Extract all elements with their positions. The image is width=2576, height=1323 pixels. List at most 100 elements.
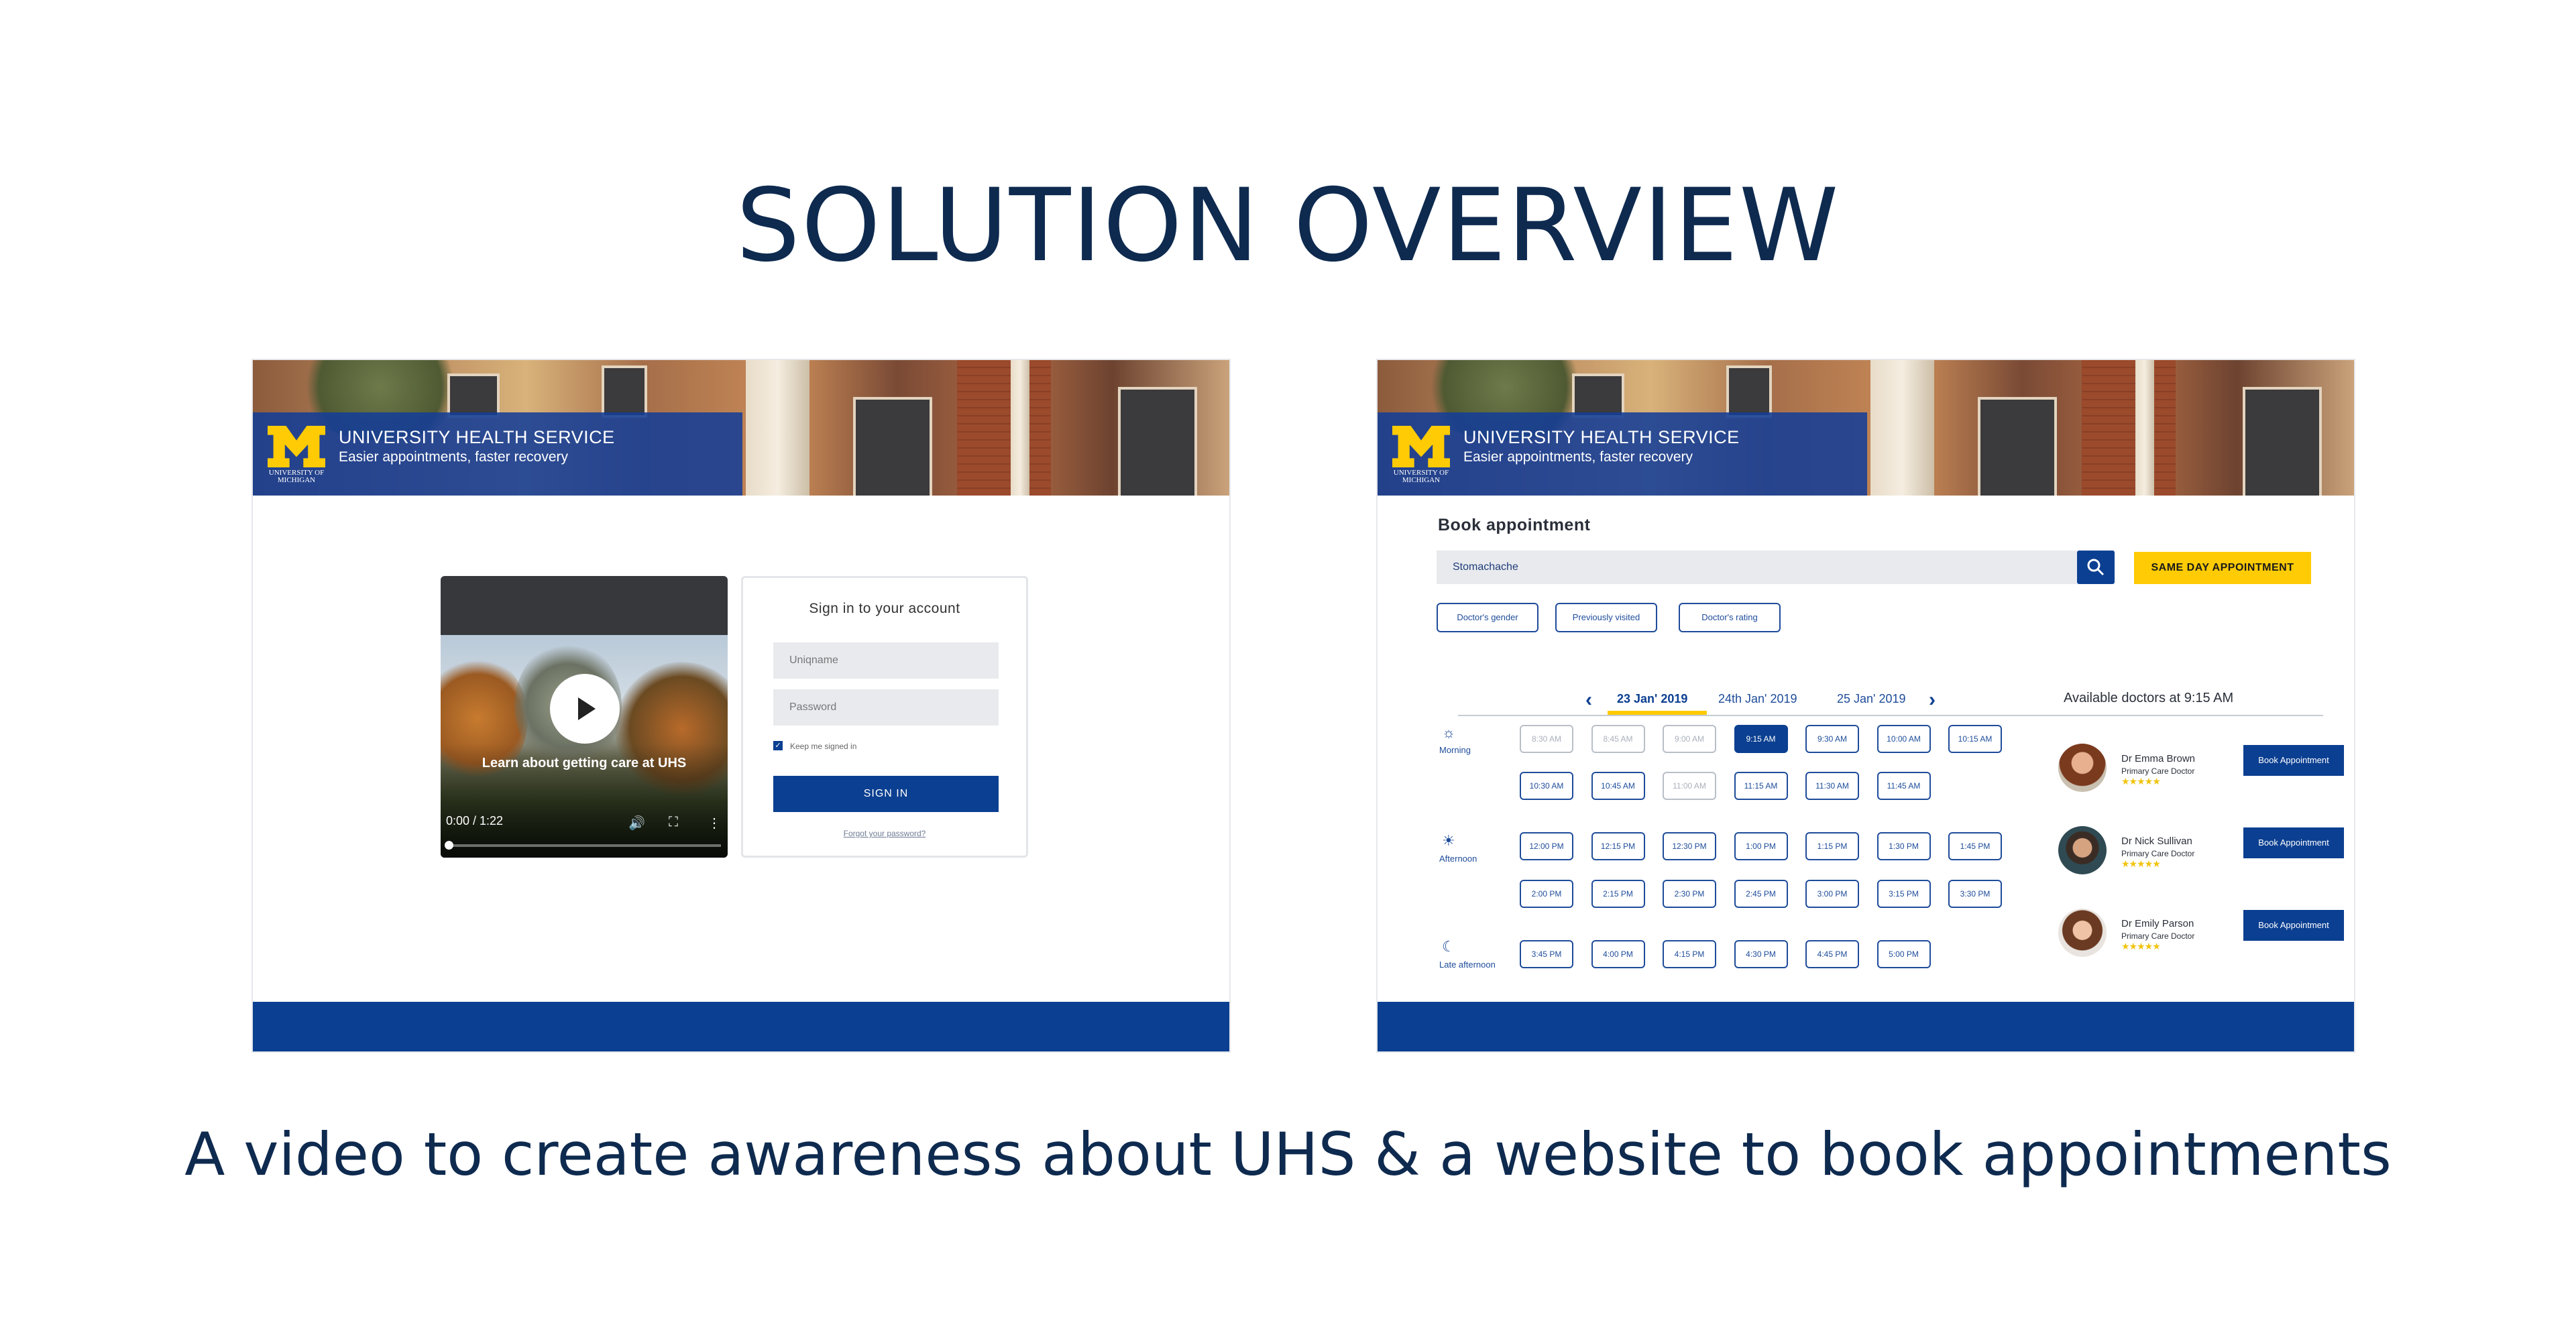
book-appointment-button[interactable]: Book Appointment [2243, 910, 2344, 941]
doctor-card: Dr Emily Parson Primary Care Doctor ★★★★… [2058, 909, 2344, 962]
footer-bar [1378, 1002, 2354, 1051]
time-slot-button[interactable]: 2:00 PM [1520, 880, 1573, 908]
time-slot-button[interactable]: 4:15 PM [1663, 940, 1716, 968]
time-slot-button[interactable]: 1:30 PM [1877, 832, 1931, 860]
time-slot-button[interactable]: 1:15 PM [1805, 832, 1859, 860]
search-icon [2087, 559, 2105, 576]
doctor-rating: ★★★★★ [2121, 941, 2161, 952]
signin-button[interactable]: SIGN IN [773, 776, 999, 812]
video-progress-bar[interactable] [447, 844, 721, 847]
date-divider [1458, 715, 2323, 716]
doctor-card: Dr Nick Sullivan Primary Care Doctor ★★★… [2058, 826, 2344, 880]
time-slot-button[interactable]: 10:00 AM [1877, 725, 1931, 753]
time-slot-button[interactable]: 4:30 PM [1734, 940, 1788, 968]
time-slot-button[interactable]: 3:45 PM [1520, 940, 1573, 968]
keep-signed-in-label: Keep me signed in [790, 742, 857, 751]
doctor-role: Primary Care Doctor [2121, 766, 2195, 776]
filter-previously-visited[interactable]: Previously visited [1555, 603, 1657, 632]
footer-bar [253, 1002, 1229, 1051]
university-logo: UNIVERSITY OF MICHIGAN [268, 426, 325, 484]
time-slot-button[interactable]: 10:30 AM [1520, 772, 1573, 800]
brand-title: UNIVERSITY HEALTH SERVICE [339, 427, 615, 447]
forgot-password-link[interactable]: Forgot your password? [743, 829, 1026, 838]
doctor-avatar [2058, 744, 2107, 792]
time-slot-button[interactable]: 8:30 AM [1520, 725, 1573, 753]
brand-title: UNIVERSITY HEALTH SERVICE [1463, 427, 1740, 447]
date-tab-2[interactable]: 24th Jan' 2019 [1718, 692, 1797, 706]
filter-doctors-rating[interactable]: Doctor's rating [1679, 603, 1781, 632]
time-slot-button[interactable]: 1:45 PM [1948, 832, 2002, 860]
doctor-role: Primary Care Doctor [2121, 931, 2195, 941]
doctor-avatar [2058, 909, 2107, 957]
period-morning: Morning [1439, 745, 1471, 755]
doctor-rating: ★★★★★ [2121, 776, 2161, 787]
brand-tagline: Easier appointments, faster recovery [1463, 449, 1693, 465]
video-caption: Learn about getting care at UHS [482, 756, 687, 770]
header-banner: UNIVERSITY OF MICHIGAN UNIVERSITY HEALTH … [253, 360, 1229, 496]
password-input[interactable]: Password [773, 689, 999, 726]
play-button[interactable] [550, 674, 620, 744]
time-slot-button[interactable]: 3:15 PM [1877, 880, 1931, 908]
time-slot-button[interactable]: 2:30 PM [1663, 880, 1716, 908]
date-tab-1[interactable]: 23 Jan' 2019 [1617, 692, 1687, 706]
video-scrubber[interactable] [445, 841, 453, 850]
page-title: SOLUTION OVERVIEW [736, 168, 1840, 284]
available-doctors-label: Available doctors at 9:15 AM [2064, 691, 2234, 705]
video-player[interactable]: Learn about getting care at UHS 0:00 / 1… [441, 576, 728, 858]
time-slot-button[interactable]: 11:15 AM [1734, 772, 1788, 800]
sunrise-icon: ☼ [1442, 724, 1456, 741]
next-date-arrow[interactable]: › [1929, 689, 1936, 711]
time-slot-button[interactable]: 11:30 AM [1805, 772, 1859, 800]
signin-screen: UNIVERSITY OF MICHIGAN UNIVERSITY HEALTH … [251, 359, 1231, 1053]
time-slot-button[interactable]: 3:00 PM [1805, 880, 1859, 908]
uniqname-input[interactable]: Uniqname [773, 642, 999, 679]
time-slot-button[interactable]: 3:30 PM [1948, 880, 2002, 908]
period-late-afternoon: Late afternoon [1439, 960, 1496, 970]
video-time: 0:00 / 1:22 [446, 814, 504, 827]
doctor-card: Dr Emma Brown Primary Care Doctor ★★★★★ … [2058, 744, 2344, 797]
doctor-name: Dr Emma Brown [2121, 753, 2196, 764]
time-slot-button[interactable]: 1:00 PM [1734, 832, 1788, 860]
time-slot-button[interactable]: 5:00 PM [1877, 940, 1931, 968]
time-slot-button[interactable]: 12:30 PM [1663, 832, 1716, 860]
symptom-search-input[interactable]: Stomachache [1437, 551, 2077, 584]
time-slot-button[interactable]: 4:45 PM [1805, 940, 1859, 968]
book-appointment-button[interactable]: Book Appointment [2243, 827, 2344, 858]
time-slot-button[interactable]: 9:00 AM [1663, 725, 1716, 753]
time-slot-button[interactable]: 11:45 AM [1877, 772, 1931, 800]
filter-doctors-gender[interactable]: Doctor's gender [1437, 603, 1538, 632]
university-logo: UNIVERSITY OF MICHIGAN [1392, 426, 1450, 484]
doctor-role: Primary Care Doctor [2121, 849, 2195, 858]
volume-icon[interactable]: 🔊 [628, 815, 645, 831]
signin-title: Sign in to your account [809, 601, 960, 616]
more-options-icon[interactable]: ⋮ [708, 815, 721, 831]
time-slot-button[interactable]: 10:45 AM [1591, 772, 1645, 800]
doctor-avatar [2058, 826, 2107, 874]
time-slot-button[interactable]: 4:00 PM [1591, 940, 1645, 968]
prev-date-arrow[interactable]: ‹ [1585, 689, 1592, 711]
time-slot-button[interactable]: 8:45 AM [1591, 725, 1645, 753]
moon-icon: ☾ [1442, 938, 1455, 955]
keep-signed-in-checkbox[interactable]: ✓ [773, 741, 783, 750]
doctor-name: Dr Emily Parson [2121, 918, 2194, 929]
period-afternoon: Afternoon [1439, 854, 1477, 864]
search-button[interactable] [2077, 551, 2115, 584]
fullscreen-icon[interactable]: ⛶ [669, 815, 678, 830]
time-slot-button[interactable]: 2:45 PM [1734, 880, 1788, 908]
booking-screen: UNIVERSITY OF MICHIGAN UNIVERSITY HEALTH … [1376, 359, 2355, 1053]
book-appointment-button[interactable]: Book Appointment [2243, 745, 2344, 776]
time-slot-button[interactable]: 10:15 AM [1948, 725, 2002, 753]
book-appointment-title: Book appointment [1438, 516, 1591, 534]
time-slot-button[interactable]: 2:15 PM [1591, 880, 1645, 908]
same-day-appointment-button[interactable]: SAME DAY APPOINTMENT [2134, 552, 2311, 584]
signin-card: Sign in to your account Uniqname Passwor… [741, 576, 1028, 858]
date-tab-3[interactable]: 25 Jan' 2019 [1837, 692, 1906, 706]
time-slot-button[interactable]: 12:15 PM [1591, 832, 1645, 860]
time-slot-button[interactable]: 12:00 PM [1520, 832, 1573, 860]
header-banner: UNIVERSITY OF MICHIGAN UNIVERSITY HEALTH … [1378, 360, 2354, 496]
time-slot-button[interactable]: 9:15 AM [1734, 725, 1788, 753]
time-slot-button[interactable]: 11:00 AM [1663, 772, 1716, 800]
sun-icon: ☀ [1442, 832, 1455, 849]
page-subtitle: A video to create awareness about UHS & … [184, 1120, 2392, 1189]
time-slot-button[interactable]: 9:30 AM [1805, 725, 1859, 753]
